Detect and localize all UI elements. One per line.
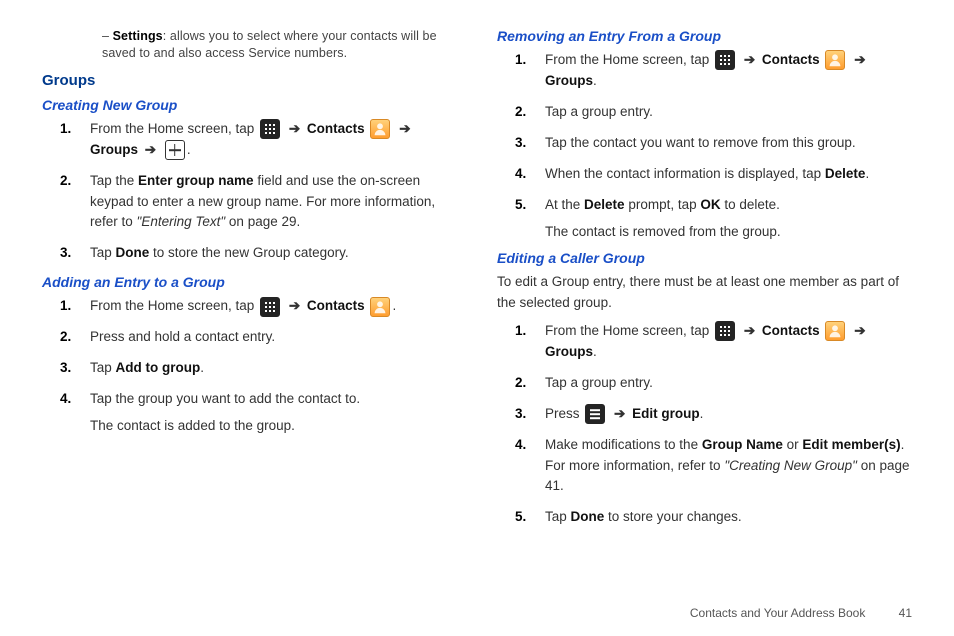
adding-step-3: Tap Add to group.	[42, 358, 457, 379]
heading-editing-group: Editing a Caller Group	[497, 250, 912, 266]
removing-steps: From the Home screen, tap ➔ Contacts ➔ G…	[497, 50, 912, 216]
editing-step-2: Tap a group entry.	[497, 373, 912, 394]
adding-step-1: From the Home screen, tap ➔ Contacts .	[42, 296, 457, 317]
editing-step-4: Make modifications to the Group Name or …	[497, 435, 912, 498]
removing-step-1: From the Home screen, tap ➔ Contacts ➔ G…	[497, 50, 912, 92]
arrow-icon: ➔	[741, 323, 758, 338]
arrow-icon: ➔	[286, 121, 303, 136]
apps-icon	[715, 321, 735, 341]
heading-creating-group: Creating New Group	[42, 97, 457, 113]
creating-step-2: Tap the Enter group name field and use t…	[42, 171, 457, 234]
apps-icon	[260, 297, 280, 317]
menu-icon	[585, 404, 605, 424]
arrow-icon: ➔	[142, 142, 159, 157]
arrow-icon: ➔	[851, 323, 868, 338]
editing-steps: From the Home screen, tap ➔ Contacts ➔ G…	[497, 321, 912, 528]
settings-lead: Settings	[113, 29, 163, 43]
arrow-icon: ➔	[851, 52, 868, 67]
settings-note: – Settings: allows you to select where y…	[102, 28, 457, 62]
apps-icon	[715, 50, 735, 70]
removing-step-5: At the Delete prompt, tap OK to delete.	[497, 195, 912, 216]
editing-intro: To edit a Group entry, there must be at …	[497, 272, 912, 313]
plus-icon	[165, 140, 185, 160]
editing-step-5: Tap Done to store your changes.	[497, 507, 912, 528]
removing-step-4: When the contact information is displaye…	[497, 164, 912, 185]
arrow-icon: ➔	[286, 298, 303, 313]
page-number: 41	[882, 606, 912, 620]
removing-step-3: Tap the contact you want to remove from …	[497, 133, 912, 154]
arrow-icon: ➔	[611, 406, 628, 421]
document-page: – Settings: allows you to select where y…	[0, 0, 954, 606]
removing-step-2: Tap a group entry.	[497, 102, 912, 123]
heading-adding-entry: Adding an Entry to a Group	[42, 274, 457, 290]
contacts-icon	[825, 50, 845, 70]
contacts-icon	[370, 119, 390, 139]
creating-step-3: Tap Done to store the new Group category…	[42, 243, 457, 264]
arrow-icon: ➔	[396, 121, 413, 136]
right-column: Removing an Entry From a Group From the …	[497, 28, 912, 586]
footer-title: Contacts and Your Address Book	[690, 606, 865, 620]
editing-step-3: Press ➔ Edit group.	[497, 404, 912, 425]
heading-removing-entry: Removing an Entry From a Group	[497, 28, 912, 44]
adding-steps: From the Home screen, tap ➔ Contacts . P…	[42, 296, 457, 410]
adding-result: The contact is added to the group.	[42, 416, 457, 437]
contacts-icon	[825, 321, 845, 341]
creating-steps: From the Home screen, tap ➔ Contacts ➔ G…	[42, 119, 457, 265]
adding-step-4: Tap the group you want to add the contac…	[42, 389, 457, 410]
arrow-icon: ➔	[741, 52, 758, 67]
heading-groups: Groups	[42, 72, 457, 89]
contacts-icon	[370, 297, 390, 317]
editing-step-1: From the Home screen, tap ➔ Contacts ➔ G…	[497, 321, 912, 363]
creating-step-1: From the Home screen, tap ➔ Contacts ➔ G…	[42, 119, 457, 161]
removing-result: The contact is removed from the group.	[497, 222, 912, 243]
left-column: – Settings: allows you to select where y…	[42, 28, 457, 586]
adding-step-2: Press and hold a contact entry.	[42, 327, 457, 348]
page-footer: Contacts and Your Address Book 41	[0, 606, 954, 634]
apps-icon	[260, 119, 280, 139]
